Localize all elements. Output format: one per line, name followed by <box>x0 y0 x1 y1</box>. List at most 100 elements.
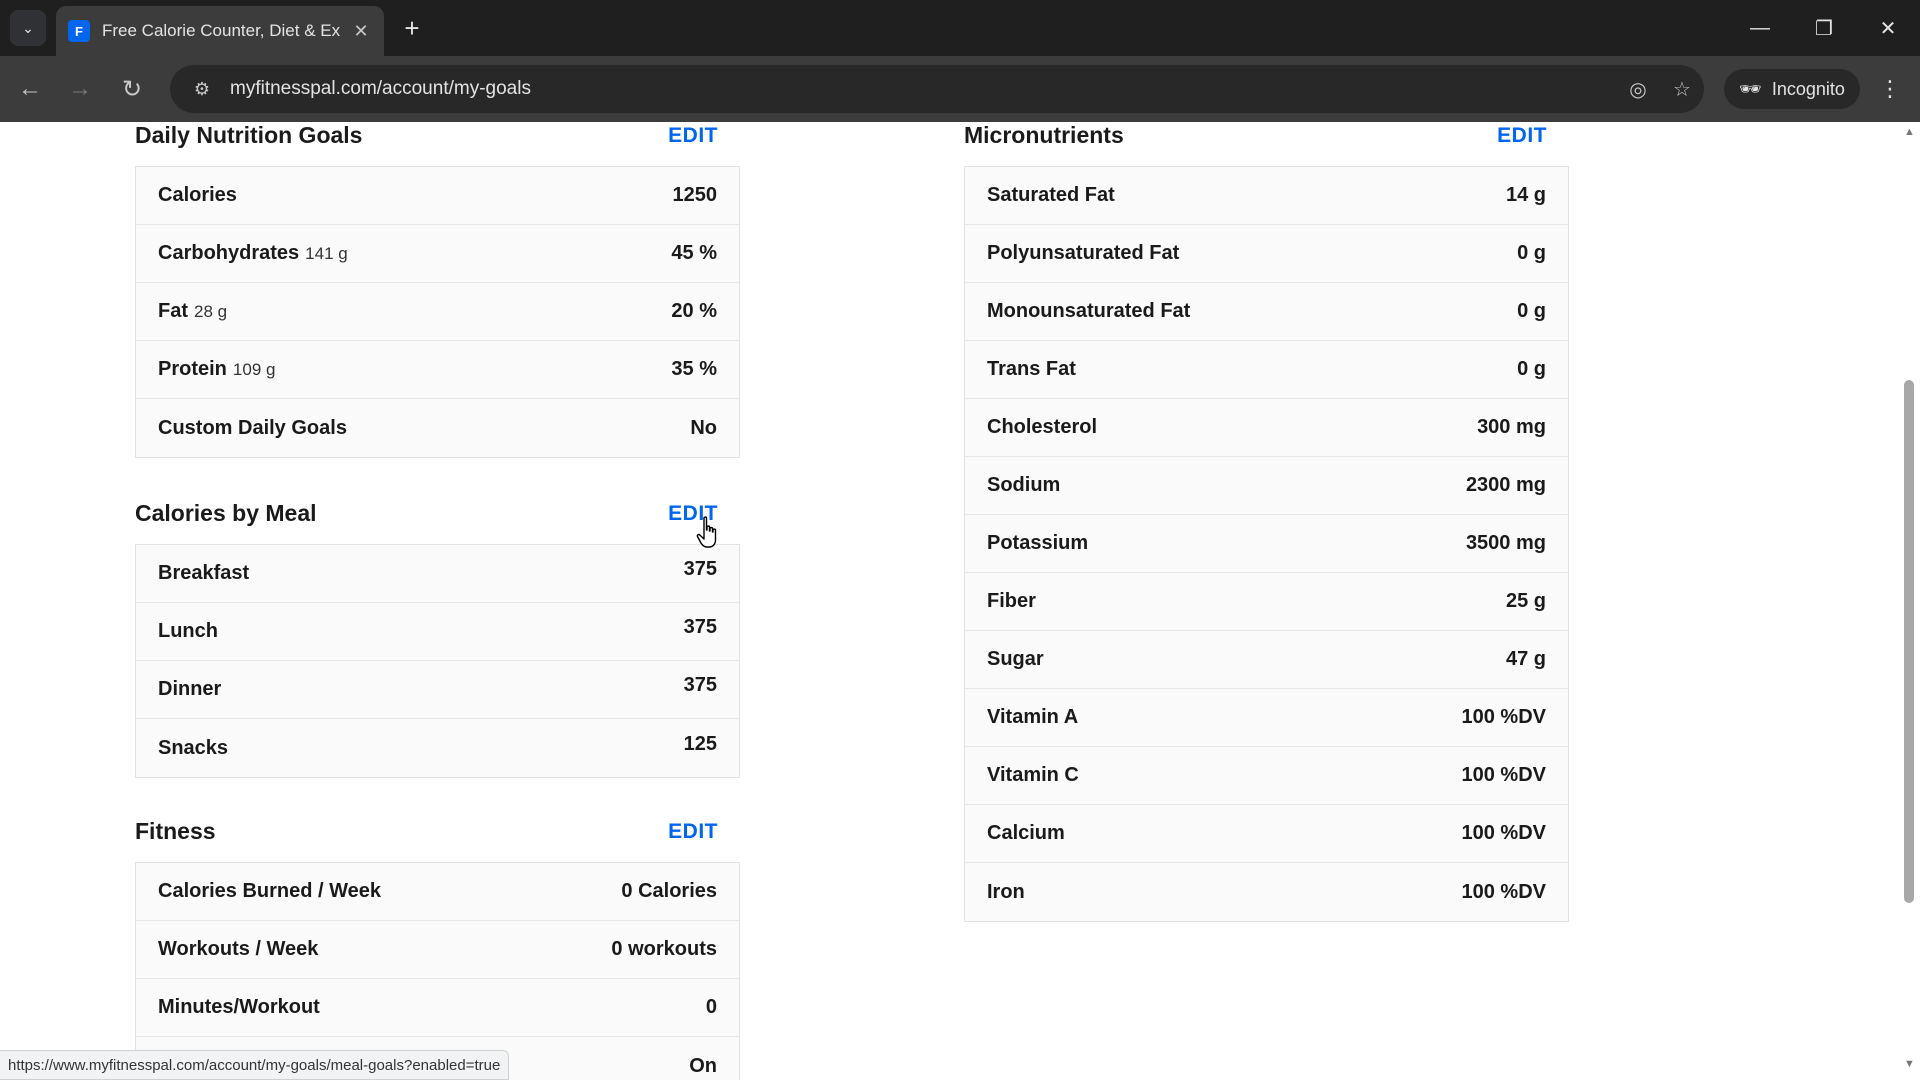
page-content: Daily Nutrition Goals EDIT Calories 1250… <box>0 122 1920 1080</box>
incognito-icon: 🕶 <box>1739 78 1762 99</box>
row-value: 2300 mg <box>1465 474 1546 496</box>
hand-pointer-cursor-icon <box>696 516 717 548</box>
row-value: 100 %DV <box>1461 764 1547 786</box>
table-row: Protein 109 g 35 % <box>136 341 739 399</box>
row-value: 0 g <box>1517 358 1546 380</box>
row-label: Polyunsaturated Fat <box>987 242 1180 264</box>
site-info-tune-icon[interactable]: ⚙ <box>180 79 224 100</box>
bookmark-star-icon[interactable]: ☆ <box>1660 77 1704 102</box>
row-label: Monounsaturated Fat <box>987 300 1191 322</box>
row-value: On <box>689 1054 717 1077</box>
row-label: Breakfast <box>158 562 250 584</box>
table-row: Breakfast 375 <box>136 545 739 603</box>
table-row: Saturated Fat 14 g <box>965 167 1568 225</box>
row-value: 25 g <box>1505 590 1546 612</box>
calories-by-meal-title: Calories by Meal <box>135 500 317 526</box>
row-sublabel: 109 g <box>232 360 276 379</box>
table-row: Snacks 125 <box>136 719 739 777</box>
row-label: Fat 28 g <box>158 300 228 322</box>
eye-off-icon[interactable]: ◎ <box>1616 77 1660 102</box>
row-sublabel: 28 g <box>194 302 228 321</box>
row-value: 3500 mg <box>1465 532 1546 554</box>
row-value: 0 g <box>1517 300 1546 322</box>
myfitnesspal-favicon-icon: F <box>68 20 90 42</box>
table-row: Workouts / Week 0 workouts <box>136 921 739 979</box>
row-label: Cholesterol <box>987 416 1098 438</box>
row-value: 100 %DV <box>1461 880 1547 903</box>
row-value: 0 Calories <box>621 880 717 902</box>
daily-nutrition-edit-link[interactable]: EDIT <box>668 124 718 148</box>
row-sublabel: 141 g <box>305 244 348 263</box>
browser-tab[interactable]: F Free Calorie Counter, Diet & Ex ✕ <box>56 6 384 56</box>
table-row: Lunch 375 <box>136 603 739 661</box>
table-row: Sugar 47 g <box>965 631 1568 689</box>
tab-title: Free Calorie Counter, Diet & Ex <box>102 21 341 40</box>
scroll-up-arrow-icon[interactable]: ▲ <box>1904 126 1915 138</box>
row-label: Potassium <box>987 532 1089 554</box>
row-label: Calcium <box>987 822 1065 844</box>
fitness-card: Calories Burned / Week 0 Calories Workou… <box>135 862 740 1080</box>
row-label: Sodium <box>987 474 1061 496</box>
table-row: Minutes/Workout 0 <box>136 979 739 1037</box>
reload-icon[interactable]: ↻ <box>112 69 152 109</box>
table-row: Dinner 375 <box>136 661 739 719</box>
row-value: 0 g <box>1517 242 1546 264</box>
table-row: Fiber 25 g <box>965 573 1568 631</box>
table-row: Iron 100 %DV <box>965 863 1568 921</box>
row-value: 100 %DV <box>1461 822 1547 844</box>
table-row: Sodium 2300 mg <box>965 457 1568 515</box>
row-value: 125 <box>683 732 717 755</box>
row-value: 35 % <box>671 358 717 380</box>
calories-by-meal-card: Breakfast 375 Lunch 375 Dinner 375 Snack… <box>135 544 740 778</box>
row-label: Calories <box>158 184 237 206</box>
incognito-label: Incognito <box>1771 78 1845 99</box>
row-label: Custom Daily Goals <box>158 416 347 439</box>
micronutrients-title: Micronutrients <box>964 122 1124 148</box>
table-row: Monounsaturated Fat 0 g <box>965 283 1568 341</box>
minimize-icon[interactable]: — <box>1736 8 1784 48</box>
forward-arrow-icon[interactable]: → <box>60 69 100 109</box>
row-value: No <box>690 416 717 439</box>
tab-search-chevron-icon[interactable]: ⌄ <box>10 10 46 46</box>
row-label: Vitamin C <box>987 764 1079 786</box>
scrollbar-thumb[interactable] <box>1904 380 1914 903</box>
row-value: 375 <box>683 674 717 696</box>
table-row: Calcium 100 %DV <box>965 805 1568 863</box>
fitness-edit-link[interactable]: EDIT <box>668 820 718 844</box>
table-row: Calories 1250 <box>136 167 739 225</box>
table-row: Carbohydrates 141 g 45 % <box>136 225 739 283</box>
row-label: Trans Fat <box>987 358 1076 380</box>
table-row: Trans Fat 0 g <box>965 341 1568 399</box>
row-label: Snacks <box>158 736 229 759</box>
browser-menu-kebab-icon[interactable]: ⋮ <box>1872 69 1908 109</box>
scroll-down-arrow-icon[interactable]: ▼ <box>1904 1058 1915 1070</box>
row-label: Dinner <box>158 678 222 700</box>
row-value: 14 g <box>1505 184 1546 206</box>
row-value: 0 <box>705 996 717 1018</box>
row-value: 1250 <box>672 184 718 206</box>
table-row: Calories Burned / Week 0 Calories <box>136 863 739 921</box>
row-label: Minutes/Workout <box>158 996 320 1018</box>
address-bar[interactable]: ⚙ myfitnesspal.com/account/my-goals ◎ ☆ <box>170 65 1704 113</box>
window-close-icon[interactable]: ✕ <box>1864 8 1912 48</box>
row-label: Carbohydrates 141 g <box>158 242 348 264</box>
new-tab-plus-icon[interactable]: + <box>396 12 428 44</box>
daily-nutrition-goals-title: Daily Nutrition Goals <box>135 122 363 148</box>
row-value: 375 <box>683 558 717 580</box>
incognito-indicator[interactable]: 🕶 Incognito <box>1724 69 1860 109</box>
back-arrow-icon[interactable]: ← <box>10 69 50 109</box>
table-row: Cholesterol 300 mg <box>965 399 1568 457</box>
row-value: 47 g <box>1505 648 1546 670</box>
row-value: 0 workouts <box>611 938 717 960</box>
link-status-bar: https://www.myfitnesspal.com/account/my-… <box>0 1050 510 1080</box>
url-text[interactable]: myfitnesspal.com/account/my-goals <box>230 78 1616 100</box>
tab-close-icon[interactable]: ✕ <box>350 21 372 42</box>
row-label: Workouts / Week <box>158 938 319 960</box>
table-row: Polyunsaturated Fat 0 g <box>965 225 1568 283</box>
table-row: Custom Daily Goals No <box>136 399 739 457</box>
micronutrients-edit-link[interactable]: EDIT <box>1497 124 1547 148</box>
restore-icon[interactable]: ❐ <box>1800 8 1848 48</box>
table-row: Fat 28 g 20 % <box>136 283 739 341</box>
row-value: 45 % <box>671 242 717 264</box>
row-label: Calories Burned / Week <box>158 880 382 902</box>
